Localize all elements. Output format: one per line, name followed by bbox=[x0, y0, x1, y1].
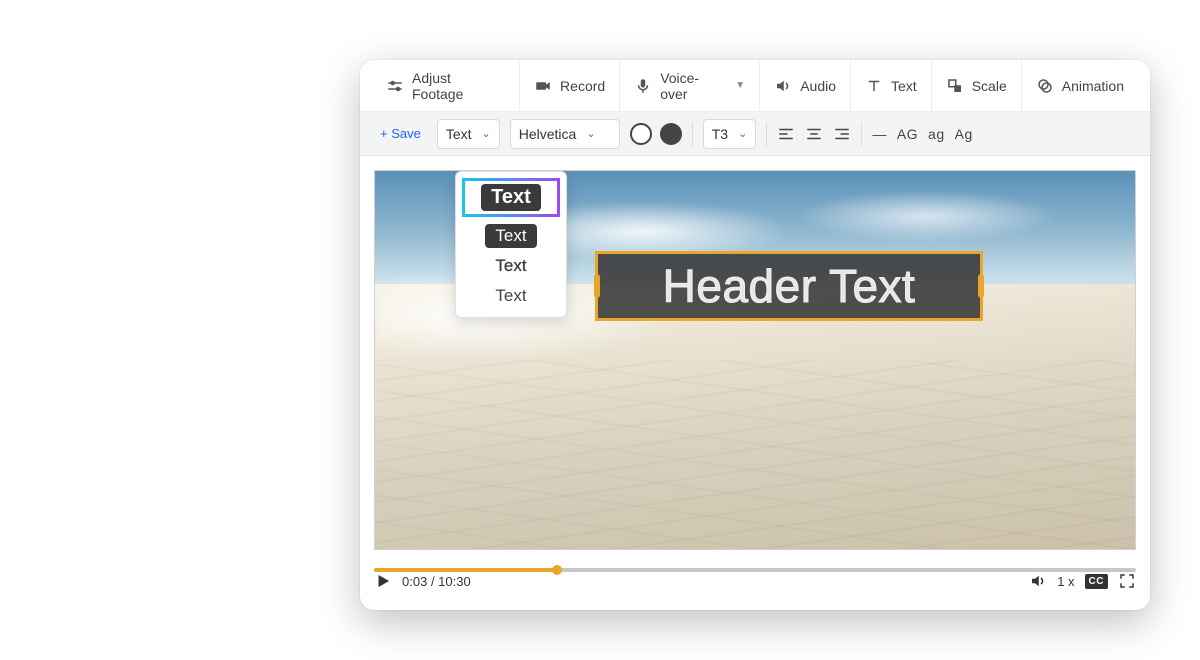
play-icon bbox=[374, 572, 392, 590]
editor-window: Adjust Footage Record Voice-over ▼ Audio… bbox=[360, 60, 1150, 610]
adjust-footage-label: Adjust Footage bbox=[412, 70, 505, 102]
text-style-chip: Text bbox=[481, 184, 541, 211]
camera-icon bbox=[534, 77, 552, 95]
speed-button[interactable]: 1 x bbox=[1057, 574, 1074, 589]
align-left-button[interactable] bbox=[777, 126, 795, 142]
chevron-down-icon: ⌄ bbox=[586, 127, 595, 140]
align-right-button[interactable] bbox=[833, 126, 851, 142]
time-display: 0:03 / 10:30 bbox=[402, 574, 471, 589]
speaker-icon bbox=[774, 77, 792, 95]
play-button[interactable] bbox=[374, 572, 392, 590]
align-center-button[interactable] bbox=[805, 126, 823, 142]
font-dropdown[interactable]: Helvetica ⌄ bbox=[510, 119, 620, 149]
font-dropdown-label: Helvetica bbox=[519, 126, 577, 142]
duration: 10:30 bbox=[438, 574, 471, 589]
uppercase-button[interactable]: AG bbox=[897, 126, 918, 142]
lowercase-button[interactable]: ag bbox=[928, 126, 945, 142]
fullscreen-icon bbox=[1118, 572, 1136, 590]
scale-button[interactable]: Scale bbox=[932, 60, 1022, 112]
video-canvas[interactable]: Text Text Text Text Header Text bbox=[374, 170, 1136, 550]
top-toolbar: Adjust Footage Record Voice-over ▼ Audio… bbox=[360, 60, 1150, 112]
align-center-icon bbox=[805, 126, 823, 142]
text-style-option-2[interactable]: Text bbox=[456, 221, 566, 251]
mic-icon bbox=[634, 77, 652, 95]
scale-icon bbox=[946, 77, 964, 95]
fullscreen-button[interactable] bbox=[1118, 572, 1136, 590]
progress-wrap bbox=[374, 568, 1136, 572]
bg-tracks bbox=[375, 360, 1135, 549]
text-icon bbox=[865, 77, 883, 95]
header-text[interactable]: Header Text bbox=[663, 259, 916, 313]
titlecase-button[interactable]: Ag bbox=[955, 126, 973, 142]
captions-button[interactable]: CC bbox=[1085, 574, 1108, 589]
audio-label: Audio bbox=[800, 78, 836, 94]
adjust-footage-button[interactable]: Adjust Footage bbox=[372, 60, 520, 112]
text-style-popup: Text Text Text Text bbox=[455, 171, 567, 318]
volume-icon bbox=[1029, 572, 1047, 590]
animation-label: Animation bbox=[1062, 78, 1124, 94]
align-left-icon bbox=[777, 126, 795, 142]
text-style-dropdown-label: Text bbox=[446, 126, 472, 142]
text-style-option-3[interactable]: Text bbox=[456, 251, 566, 281]
record-label: Record bbox=[560, 78, 605, 94]
text-tool-label: Text bbox=[891, 78, 917, 94]
header-text-overlay[interactable]: Header Text bbox=[595, 251, 983, 321]
canvas-wrap: Text Text Text Text Header Text bbox=[360, 156, 1150, 564]
chevron-down-icon: ▼ bbox=[735, 80, 745, 91]
divider bbox=[766, 122, 767, 146]
chevron-down-icon: ⌄ bbox=[738, 127, 747, 140]
text-style-option-4[interactable]: Text bbox=[456, 281, 566, 311]
player-bar: 0:03 / 10:30 1 x CC bbox=[360, 572, 1150, 604]
text-style-chip: Text bbox=[485, 224, 536, 248]
animation-button[interactable]: Animation bbox=[1022, 60, 1138, 112]
progress-bar[interactable] bbox=[374, 568, 1136, 572]
text-style-chip: Text bbox=[485, 284, 536, 308]
align-right-icon bbox=[833, 126, 851, 142]
voice-over-button[interactable]: Voice-over ▼ bbox=[620, 60, 760, 112]
resize-handle-left[interactable] bbox=[594, 274, 600, 298]
audio-button[interactable]: Audio bbox=[760, 60, 851, 112]
text-fill-color[interactable] bbox=[660, 123, 682, 145]
volume-button[interactable] bbox=[1029, 572, 1047, 590]
chevron-down-icon: ⌄ bbox=[482, 127, 491, 140]
scale-label: Scale bbox=[972, 78, 1007, 94]
resize-handle-right[interactable] bbox=[978, 274, 984, 298]
color-swatches bbox=[630, 123, 682, 145]
text-outline-color[interactable] bbox=[630, 123, 652, 145]
text-size-label: T3 bbox=[712, 126, 728, 142]
align-group bbox=[777, 126, 851, 142]
save-button[interactable]: + Save bbox=[374, 126, 427, 141]
current-time: 0:03 bbox=[402, 574, 427, 589]
text-style-dropdown[interactable]: Text ⌄ bbox=[437, 119, 500, 149]
case-group: — AG ag Ag bbox=[872, 126, 972, 142]
bg-cloud bbox=[793, 190, 1059, 243]
sliders-icon bbox=[386, 77, 404, 95]
text-tool-button[interactable]: Text bbox=[851, 60, 932, 112]
divider bbox=[692, 122, 693, 146]
sub-toolbar: + Save Text ⌄ Helvetica ⌄ T3 ⌄ bbox=[360, 112, 1150, 156]
divider bbox=[861, 122, 862, 146]
case-minus-button[interactable]: — bbox=[872, 126, 887, 142]
animation-icon bbox=[1036, 77, 1054, 95]
voice-over-label: Voice-over bbox=[660, 70, 725, 102]
progress-knob[interactable] bbox=[552, 565, 562, 575]
text-style-chip: Text bbox=[485, 254, 536, 278]
record-button[interactable]: Record bbox=[520, 60, 620, 112]
text-size-dropdown[interactable]: T3 ⌄ bbox=[703, 119, 757, 149]
text-style-option-1[interactable]: Text bbox=[462, 178, 560, 217]
progress-played bbox=[374, 568, 557, 572]
